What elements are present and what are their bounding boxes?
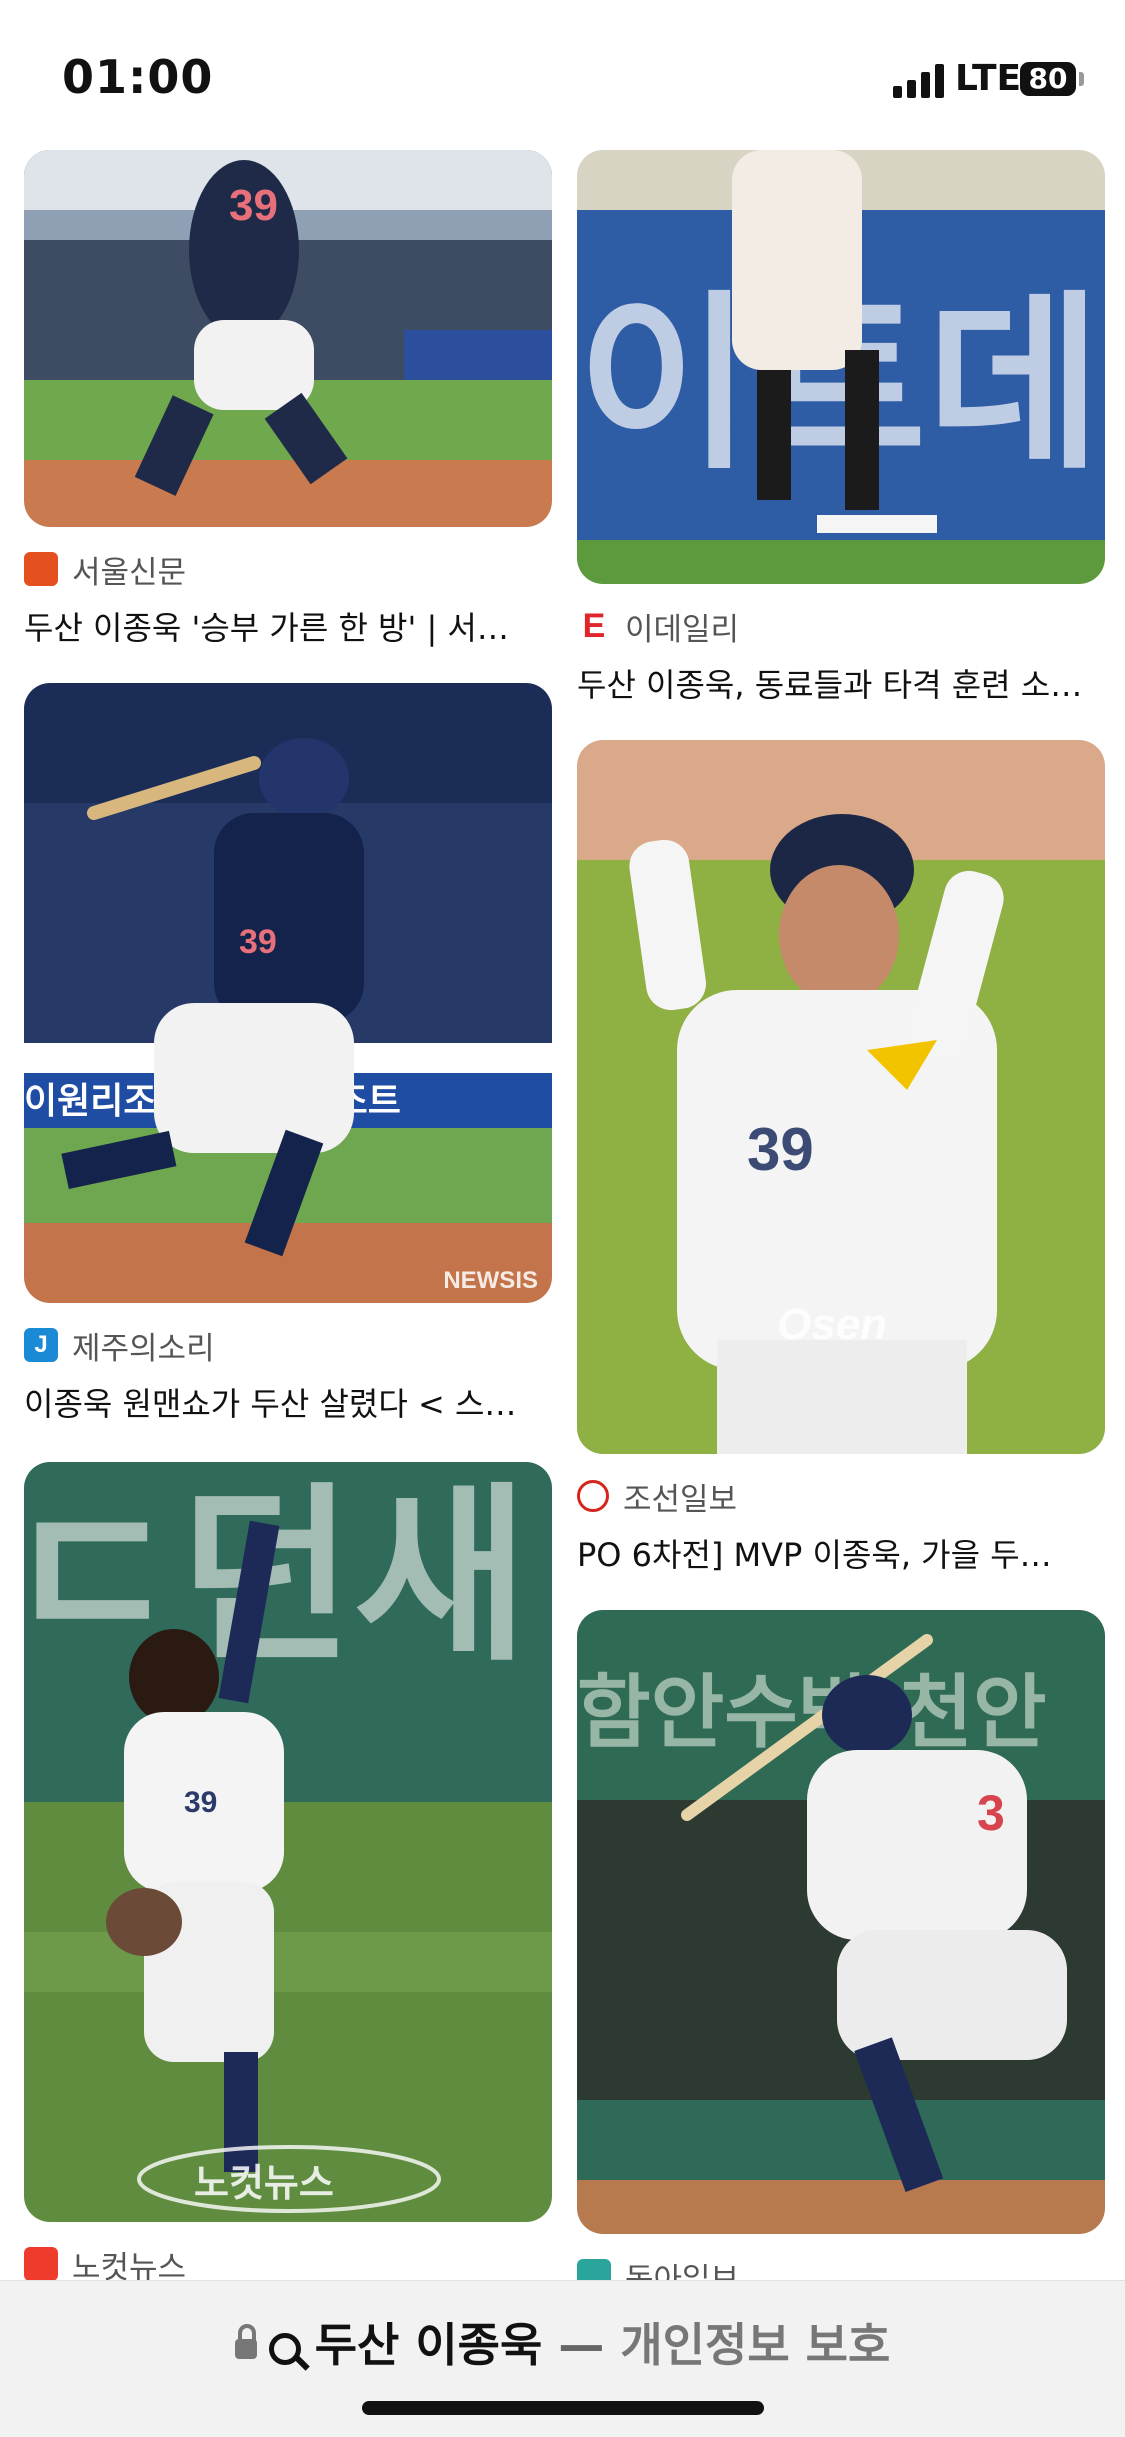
svg-text:39: 39	[747, 1116, 814, 1183]
address-bar[interactable]: 두산 이종욱 — 개인정보 보호	[0, 2309, 1125, 2375]
result-source[interactable]: 동아일보	[577, 2256, 1105, 2280]
photo-watermark: Osen	[777, 1300, 888, 1349]
source-logo-icon	[577, 1480, 609, 1512]
result-card[interactable]: 함안수박 천안 3 동아일보	[577, 1610, 1105, 2280]
result-source[interactable]: 조선일보	[577, 1476, 1105, 1518]
source-name: 노컷뉴스	[72, 2249, 187, 2281]
photo-watermark: 노컷뉴스	[194, 2163, 334, 2205]
source-logo-icon: J	[24, 1328, 58, 1362]
address-query: 두산 이종욱	[314, 2318, 543, 2372]
result-card[interactable]: 이트데이 E 이데일리 두산 이종욱, 동료들과 타격 훈련 소…	[577, 150, 1105, 706]
result-image[interactable]: 39 Osen	[577, 740, 1105, 1454]
source-name: 이데일리	[625, 611, 740, 648]
source-name: 서울신문	[72, 554, 187, 591]
svg-text:ㄷ던새: ㄷ던새	[24, 1466, 528, 1687]
privacy-label: 개인정보 보호	[620, 2318, 891, 2372]
result-image[interactable]: 이원리조트 하이원리조트 39 NEWSIS	[24, 683, 552, 1303]
svg-text:39: 39	[239, 923, 277, 961]
status-time: 01:00	[62, 50, 214, 104]
search-icon	[268, 2332, 301, 2365]
source-logo-icon: E	[577, 607, 611, 645]
result-source[interactable]: 노컷뉴스	[24, 2244, 552, 2280]
battery-icon: 80	[1020, 62, 1076, 96]
result-card[interactable]: 39 서울신문 두산 이종욱 '승부 가른 한 방' | 서…	[24, 150, 552, 649]
result-source[interactable]: J 제주의소리	[24, 1325, 552, 1367]
result-image[interactable]: ㄷ던새 39 노컷뉴스	[24, 1462, 552, 2222]
browser-bottom-bar: 두산 이종욱 — 개인정보 보호	[0, 2280, 1125, 2437]
result-source[interactable]: 서울신문	[24, 549, 552, 591]
address-separator: —	[558, 2318, 605, 2372]
source-name: 제주의소리	[72, 1330, 215, 1367]
source-name: 동아일보	[625, 2261, 740, 2281]
lock-icon	[234, 2323, 257, 2359]
network-label: LTE	[955, 58, 1022, 99]
source-logo-icon	[24, 2247, 58, 2280]
result-source[interactable]: E 이데일리	[577, 606, 1105, 648]
result-title[interactable]: 이종욱 원맨쇼가 두산 살렸다 < 스…	[24, 1379, 552, 1425]
home-indicator[interactable]	[362, 2401, 764, 2415]
svg-text:3: 3	[977, 1785, 1005, 1841]
result-image[interactable]: 함안수박 천안 3	[577, 1610, 1105, 2234]
svg-text:39: 39	[229, 181, 278, 230]
source-name: 조선일보	[623, 1481, 738, 1518]
photo-watermark: NEWSIS	[443, 1267, 538, 1294]
svg-text:39: 39	[184, 1786, 217, 1819]
source-logo-icon	[577, 2259, 611, 2280]
status-bar: 01:00 LTE 80	[0, 0, 1125, 150]
signal-icon	[893, 62, 945, 98]
result-card[interactable]: 39 Osen 조선일보 PO 6차전] MVP 이종욱, 가을 두…	[577, 740, 1105, 1576]
result-title[interactable]: 두산 이종욱 '승부 가른 한 방' | 서…	[24, 603, 552, 649]
result-image[interactable]: 이트데이	[577, 150, 1105, 584]
result-image[interactable]: 39	[24, 150, 552, 527]
result-card[interactable]: ㄷ던새 39 노컷뉴스 노컷뉴스	[24, 1462, 552, 2280]
svg-text:함안수박 천안: 함안수박 천안	[577, 1666, 1046, 1759]
result-card[interactable]: 이원리조트 하이원리조트 39 NEWSIS J 제주의소리 이종욱 원맨쇼가 …	[24, 683, 552, 1425]
source-logo-icon	[24, 552, 58, 586]
result-title[interactable]: PO 6차전] MVP 이종욱, 가을 두…	[577, 1530, 1105, 1576]
image-results-grid[interactable]: 39 서울신문 두산 이종욱 '승부 가른 한 방' | 서… 이트데이 E	[0, 150, 1125, 2280]
result-title[interactable]: 두산 이종욱, 동료들과 타격 훈련 소…	[577, 660, 1105, 706]
